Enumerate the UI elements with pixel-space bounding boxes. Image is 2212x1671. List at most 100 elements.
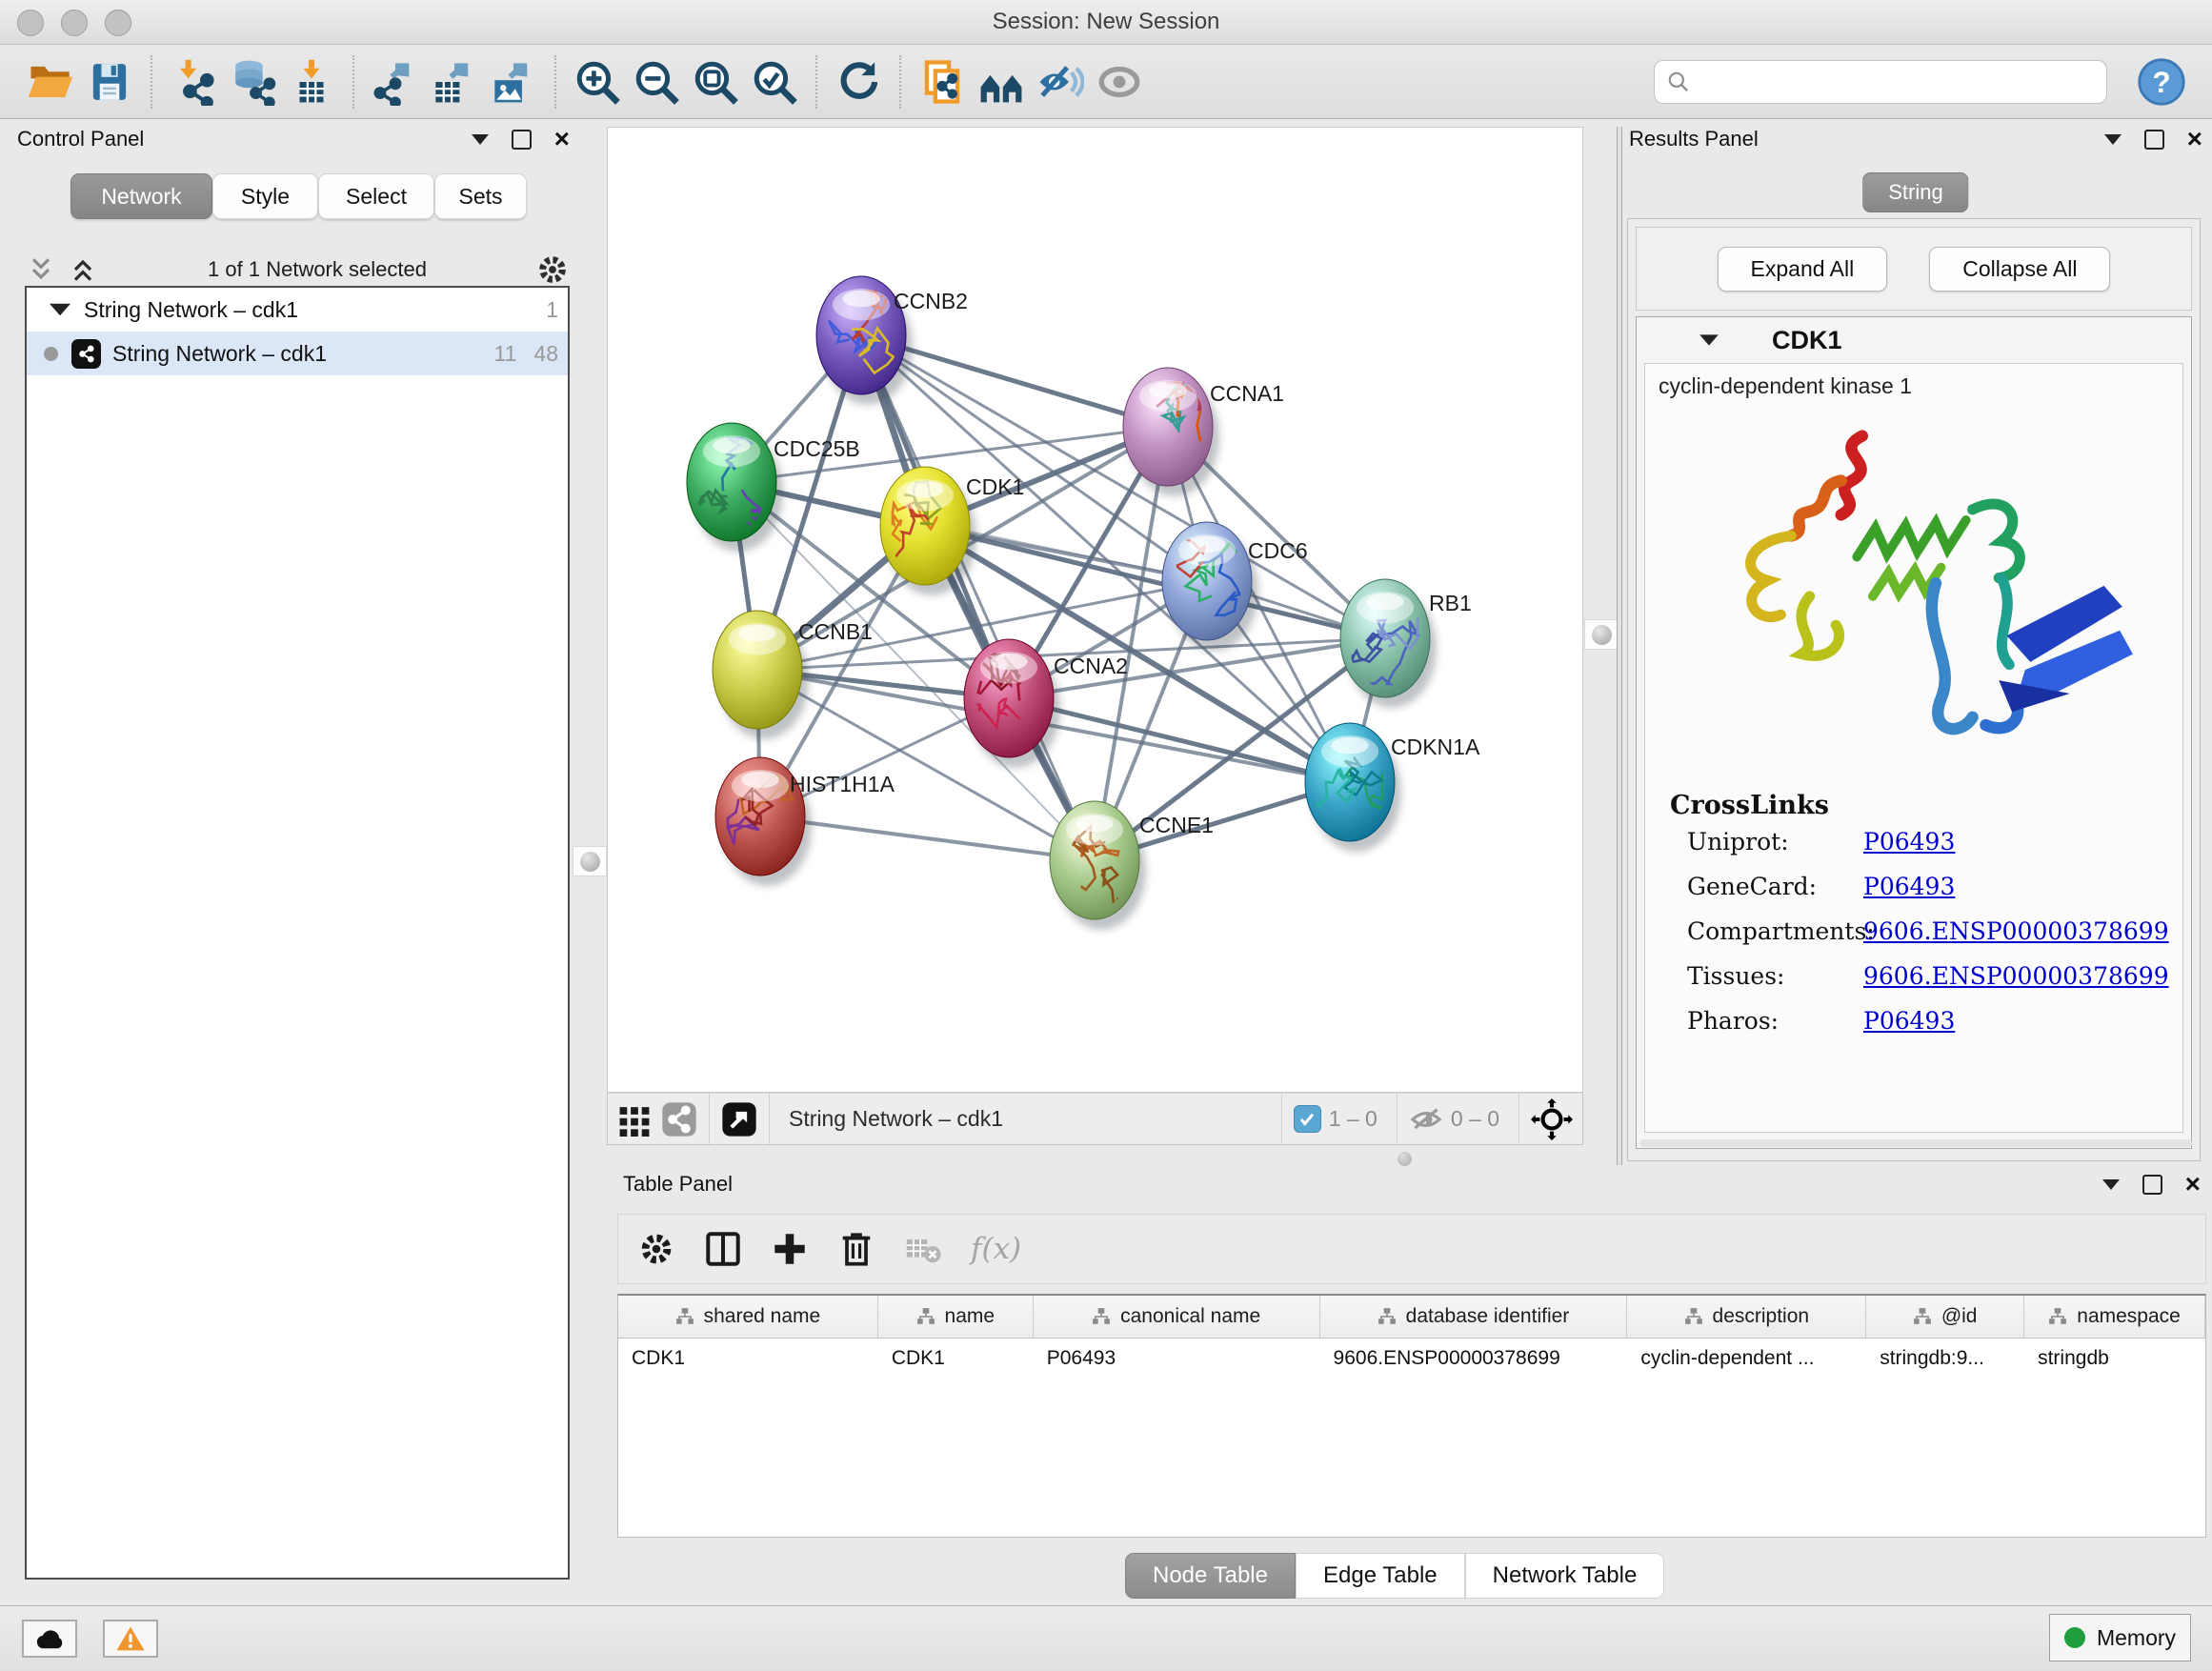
- show-results-panel-button[interactable]: [913, 52, 972, 111]
- table-gear-icon[interactable]: [637, 1230, 675, 1268]
- cell-namespace[interactable]: stringdb: [2024, 1339, 2205, 1380]
- memory-button[interactable]: Memory: [2049, 1614, 2191, 1661]
- select-columns-icon[interactable]: [704, 1230, 742, 1268]
- cell-database-identifier[interactable]: 9606.ENSP00000378699: [1320, 1339, 1628, 1380]
- tab-network-table[interactable]: Network Table: [1465, 1553, 1665, 1599]
- column-header-description[interactable]: description: [1627, 1296, 1866, 1338]
- application-window: Session: New Session: [0, 0, 2212, 1671]
- birdseye-view-icon[interactable]: [721, 1101, 757, 1137]
- results-splitter-line[interactable]: [1617, 127, 1622, 1165]
- control-panel-tabs: Network Style Select Sets: [70, 173, 527, 219]
- network-row[interactable]: String Network – cdk1 11 48: [27, 332, 568, 375]
- fit-selected-crosshair-icon[interactable]: [1531, 1098, 1573, 1140]
- warning-button[interactable]: [103, 1620, 158, 1658]
- gene-expander-icon[interactable]: [1699, 333, 1719, 347]
- collection-expander-icon[interactable]: [50, 301, 70, 318]
- control-panel-menu-icon[interactable]: [472, 134, 489, 145]
- table-panel-menu-icon[interactable]: [2102, 1179, 2120, 1190]
- grid-view-icon[interactable]: [617, 1102, 652, 1137]
- zoom-in-button[interactable]: [568, 52, 627, 111]
- right-splitter-handle[interactable]: [1584, 619, 1619, 650]
- zoom-fit-icon: [692, 58, 739, 106]
- cell-canonical-name[interactable]: P06493: [1034, 1339, 1320, 1380]
- table-panel-float-icon[interactable]: [2142, 1175, 2162, 1195]
- crosslink-tissues-link[interactable]: 9606.ENSP00000378699: [1863, 962, 2169, 990]
- crosslink-genecard-link[interactable]: P06493: [1863, 873, 1955, 900]
- results-tab-string[interactable]: String: [1862, 172, 1968, 212]
- zoom-out-button[interactable]: [627, 52, 686, 111]
- node-gloss: [1149, 382, 1186, 398]
- search-icon: [1666, 70, 1691, 94]
- export-table-button[interactable]: [425, 52, 484, 111]
- hide-panel-button[interactable]: [1031, 52, 1090, 111]
- table-panel-close-icon[interactable]: ×: [2185, 1175, 2201, 1194]
- tab-network[interactable]: Network: [70, 173, 212, 219]
- control-panel-close-icon[interactable]: ×: [554, 130, 570, 149]
- toolbar-separator: [899, 55, 901, 109]
- network-collection-row[interactable]: String Network – cdk1 1: [27, 288, 568, 332]
- column-header-shared-name[interactable]: shared name: [618, 1296, 878, 1338]
- search-input[interactable]: [1699, 69, 2095, 95]
- cell-name[interactable]: CDK1: [878, 1339, 1034, 1380]
- cloud-button[interactable]: [22, 1620, 77, 1658]
- crosslink-pharos-link[interactable]: P06493: [1863, 1007, 1955, 1035]
- tab-edge-table[interactable]: Edge Table: [1296, 1553, 1465, 1599]
- bottom-splitter-handle[interactable]: [1398, 1152, 1412, 1166]
- column-header-database-identifier[interactable]: database identifier: [1320, 1296, 1628, 1338]
- column-header-namespace[interactable]: namespace: [2024, 1296, 2205, 1338]
- genemania-button[interactable]: [972, 52, 1031, 111]
- export-image-button[interactable]: [484, 52, 543, 111]
- tab-node-table[interactable]: Node Table: [1125, 1553, 1296, 1599]
- results-scrollbar[interactable]: [1639, 1139, 2192, 1147]
- crosslink-uniprot-link[interactable]: P06493: [1863, 828, 1955, 856]
- import-network-from-database-button[interactable]: [223, 52, 282, 111]
- network-view-icon[interactable]: [661, 1101, 697, 1137]
- selected-checkbox[interactable]: [1294, 1105, 1321, 1133]
- zoom-fit-button[interactable]: [686, 52, 745, 111]
- toolbar-separator: [1518, 1094, 1519, 1144]
- crosslink-label: Tissues:: [1687, 962, 1863, 990]
- crosslink-compartments-link[interactable]: 9606.ENSP00000378699: [1863, 917, 2169, 945]
- zoom-selected-icon: [751, 58, 798, 106]
- import-network-button[interactable]: [164, 52, 223, 111]
- control-panel-float-icon[interactable]: [512, 130, 532, 150]
- hidden-counts: 0 – 0: [1451, 1106, 1499, 1132]
- node-gloss: [1331, 737, 1368, 754]
- export-network-button[interactable]: [366, 52, 425, 111]
- gear-icon[interactable]: [535, 252, 570, 287]
- collapse-all-icon[interactable]: [25, 254, 57, 285]
- column-header-name[interactable]: name: [878, 1296, 1034, 1338]
- left-splitter-handle[interactable]: [573, 846, 607, 876]
- tab-sets[interactable]: Sets: [434, 173, 527, 219]
- network-canvas[interactable]: CCNB2CCNA1CDC25BCDK1CDC6RB1CCNB1CCNA2CDK…: [607, 127, 1583, 1093]
- zoom-selected-button[interactable]: [745, 52, 804, 111]
- results-panel-menu-icon[interactable]: [2104, 134, 2122, 145]
- expand-all-icon[interactable]: [67, 254, 99, 285]
- gene-description: cyclin-dependent kinase 1: [1659, 373, 2182, 399]
- show-hide-button[interactable]: [1090, 52, 1149, 111]
- delete-column-icon[interactable]: [837, 1230, 875, 1268]
- toolbar-search[interactable]: [1654, 60, 2107, 104]
- node-label-CCNB2: CCNB2: [894, 289, 968, 313]
- save-session-button[interactable]: [80, 52, 139, 111]
- results-panel-float-icon[interactable]: [2144, 130, 2164, 150]
- results-panel-close-icon[interactable]: ×: [2187, 130, 2202, 149]
- column-header-id[interactable]: @id: [1866, 1296, 2024, 1338]
- open-session-button[interactable]: [21, 52, 80, 111]
- help-button[interactable]: ?: [2132, 52, 2191, 111]
- column-header-canonical-name[interactable]: canonical name: [1034, 1296, 1320, 1338]
- expand-all-button[interactable]: Expand All: [1718, 247, 1888, 292]
- import-table-button[interactable]: [282, 52, 341, 111]
- table-panel: Table Panel × f(x) shared name name cano…: [617, 1172, 2206, 1597]
- collapse-all-button[interactable]: Collapse All: [1929, 247, 2110, 292]
- cell-id[interactable]: stringdb:9...: [1866, 1339, 2024, 1380]
- tab-select[interactable]: Select: [318, 173, 434, 219]
- add-column-icon[interactable]: [771, 1230, 809, 1268]
- table-row[interactable]: CDK1 CDK1 P06493 9606.ENSP00000378699 cy…: [618, 1339, 2205, 1380]
- apply-style-button[interactable]: [829, 52, 888, 111]
- gene-result-header[interactable]: CDK1: [1637, 317, 2191, 363]
- tab-style[interactable]: Style: [212, 173, 318, 219]
- cell-shared-name[interactable]: CDK1: [618, 1339, 878, 1380]
- network-label: String Network – cdk1: [112, 341, 477, 367]
- cell-description[interactable]: cyclin-dependent ...: [1627, 1339, 1866, 1380]
